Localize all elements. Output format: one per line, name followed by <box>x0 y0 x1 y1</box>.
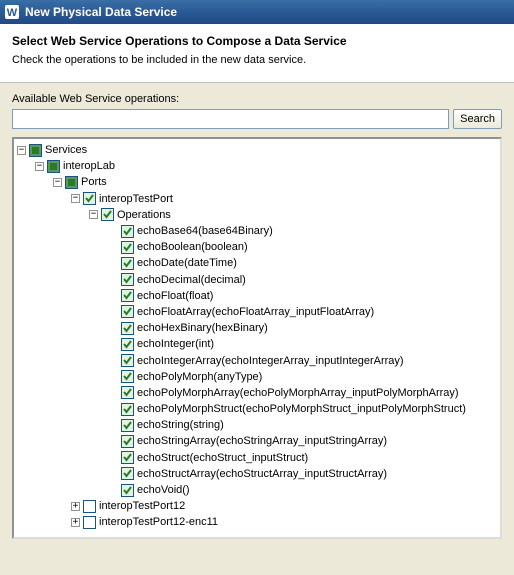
tree-node-operation[interactable]: echoPolyMorph(anyType) <box>17 369 497 385</box>
tree-label: echoInteger(int) <box>137 338 214 350</box>
checkbox-icon[interactable] <box>121 225 134 238</box>
collapse-icon[interactable]: − <box>89 210 98 219</box>
svg-text:W: W <box>7 7 18 19</box>
tree-label: echoIntegerArray(echoIntegerArray_inputI… <box>137 355 404 367</box>
app-icon: W <box>4 4 20 20</box>
checkbox-icon[interactable] <box>121 241 134 254</box>
collapse-icon[interactable]: − <box>71 194 80 203</box>
checkbox-icon[interactable] <box>121 305 134 318</box>
tree-node-interoptestport[interactable]: − interopTestPort <box>17 191 497 207</box>
checkbox-icon[interactable] <box>121 338 134 351</box>
tree-node-operation[interactable]: echoHexBinary(hexBinary) <box>17 320 497 336</box>
checkbox-icon[interactable] <box>83 192 96 205</box>
tree-node-operation[interactable]: echoString(string) <box>17 417 497 433</box>
collapse-icon[interactable]: − <box>17 146 26 155</box>
tree-label: interopTestPort <box>99 193 173 205</box>
search-input[interactable] <box>12 109 449 129</box>
tree-label: Services <box>45 144 87 156</box>
tree-label: echoString(string) <box>137 419 224 431</box>
tree-node-operation[interactable]: echoFloatArray(echoFloatArray_inputFloat… <box>17 304 497 320</box>
titlebar: W New Physical Data Service <box>0 0 514 24</box>
expand-icon[interactable]: + <box>71 518 80 527</box>
search-button[interactable]: Search <box>453 109 502 129</box>
tree-node-operation[interactable]: echoDecimal(decimal) <box>17 272 497 288</box>
checkbox-icon[interactable] <box>121 484 134 497</box>
checkbox-icon[interactable] <box>121 467 134 480</box>
checkbox-icon[interactable] <box>121 289 134 302</box>
search-row: Search <box>12 109 502 129</box>
tree-label: echoStruct(echoStruct_inputStruct) <box>137 452 308 464</box>
tree-panel[interactable]: − Services − interopLab − Ports <box>12 137 502 539</box>
tree-node-operation[interactable]: echoBoolean(boolean) <box>17 239 497 255</box>
collapse-icon[interactable]: − <box>53 178 62 187</box>
tree-label: echoDecimal(decimal) <box>137 274 246 286</box>
checkbox-icon[interactable] <box>121 257 134 270</box>
checkbox-icon[interactable] <box>121 273 134 286</box>
tree-label: echoPolyMorph(anyType) <box>137 371 262 383</box>
tree-node-operation[interactable]: echoVoid() <box>17 482 497 498</box>
content-area: Available Web Service operations: Search… <box>0 83 514 570</box>
tree-label: Ports <box>81 176 107 188</box>
checkbox-icon[interactable] <box>121 435 134 448</box>
tree-label: interopLab <box>63 160 115 172</box>
tree-node-operation[interactable]: echoStruct(echoStruct_inputStruct) <box>17 450 497 466</box>
expand-icon[interactable]: + <box>71 502 80 511</box>
tree-label: echoFloat(float) <box>137 290 213 302</box>
tree-label: Operations <box>117 209 171 221</box>
tree-node-interoplab[interactable]: − interopLab <box>17 158 497 174</box>
tree-node-operation[interactable]: echoStructArray(echoStructArray_inputStr… <box>17 466 497 482</box>
tree-label: echoFloatArray(echoFloatArray_inputFloat… <box>137 306 374 318</box>
tree-node-interoptestport12[interactable]: + interopTestPort12 <box>17 498 497 514</box>
tree-label: echoBoolean(boolean) <box>137 241 248 253</box>
checkbox-icon[interactable] <box>83 516 96 529</box>
checkbox-icon[interactable] <box>101 208 114 221</box>
tree-node-services[interactable]: − Services <box>17 142 497 158</box>
tree-node-operation[interactable]: echoPolyMorphStruct(echoPolyMorphStruct_… <box>17 401 497 417</box>
tree-label: echoStructArray(echoStructArray_inputStr… <box>137 468 387 480</box>
checkbox-icon[interactable] <box>65 176 78 189</box>
tree-label: echoVoid() <box>137 484 190 496</box>
tree-label: echoStringArray(echoStringArray_inputStr… <box>137 435 387 447</box>
checkbox-icon[interactable] <box>121 451 134 464</box>
checkbox-icon[interactable] <box>83 500 96 513</box>
window-title: New Physical Data Service <box>25 5 177 19</box>
operations-label: Available Web Service operations: <box>12 93 502 105</box>
checkbox-icon[interactable] <box>47 160 60 173</box>
tree-node-operation[interactable]: echoPolyMorphArray(echoPolyMorphArray_in… <box>17 385 497 401</box>
tree-node-operation[interactable]: echoDate(dateTime) <box>17 255 497 271</box>
checkbox-icon[interactable] <box>121 403 134 416</box>
operations-tree: − Services − interopLab − Ports <box>17 142 497 531</box>
wizard-header: Select Web Service Operations to Compose… <box>0 24 514 83</box>
tree-label: echoHexBinary(hexBinary) <box>137 322 268 334</box>
tree-label: echoPolyMorphStruct(echoPolyMorphStruct_… <box>137 403 466 415</box>
tree-label: interopTestPort12 <box>99 500 185 512</box>
checkbox-icon[interactable] <box>121 354 134 367</box>
page-description: Check the operations to be included in t… <box>12 54 502 66</box>
tree-node-operations[interactable]: − Operations <box>17 207 497 223</box>
tree-node-operation[interactable]: echoStringArray(echoStringArray_inputStr… <box>17 433 497 449</box>
tree-node-operation[interactable]: echoBase64(base64Binary) <box>17 223 497 239</box>
checkbox-icon[interactable] <box>121 419 134 432</box>
tree-label: interopTestPort12-enc11 <box>99 516 218 528</box>
tree-label: echoPolyMorphArray(echoPolyMorphArray_in… <box>137 387 459 399</box>
checkbox-icon[interactable] <box>121 386 134 399</box>
tree-label: echoDate(dateTime) <box>137 257 237 269</box>
checkbox-icon[interactable] <box>121 370 134 383</box>
tree-label: echoBase64(base64Binary) <box>137 225 273 237</box>
checkbox-icon[interactable] <box>121 322 134 335</box>
tree-node-interoptestport12-enc11[interactable]: + interopTestPort12-enc11 <box>17 514 497 530</box>
page-title: Select Web Service Operations to Compose… <box>12 34 502 48</box>
checkbox-icon[interactable] <box>29 144 42 157</box>
tree-node-ports[interactable]: − Ports <box>17 174 497 190</box>
tree-node-operation[interactable]: echoIntegerArray(echoIntegerArray_inputI… <box>17 352 497 368</box>
collapse-icon[interactable]: − <box>35 162 44 171</box>
tree-node-operation[interactable]: echoFloat(float) <box>17 288 497 304</box>
tree-node-operation[interactable]: echoInteger(int) <box>17 336 497 352</box>
